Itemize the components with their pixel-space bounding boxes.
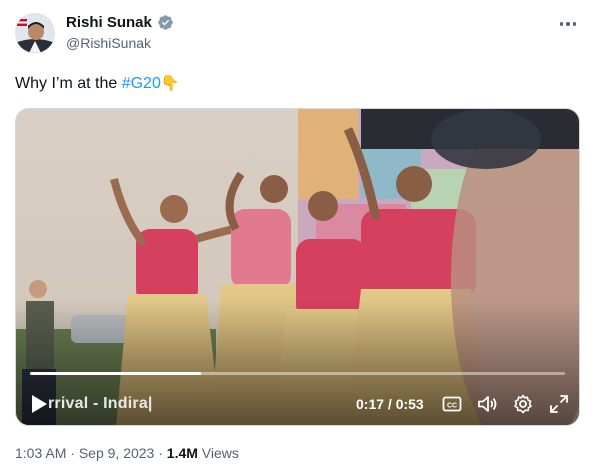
views-label: Views: [197, 445, 239, 461]
meta-separator: ·: [66, 445, 79, 461]
video-frame: [16, 109, 579, 425]
fullscreen-icon[interactable]: [548, 393, 570, 415]
video-progress-bar[interactable]: [30, 372, 565, 375]
video-time: 0:17 / 0:53: [356, 396, 424, 412]
tweet-meta: 1:03 AM · Sep 9, 2023 · 1.4M Views: [15, 445, 239, 461]
hashtag-link[interactable]: #G20: [122, 75, 161, 92]
settings-icon[interactable]: [512, 393, 534, 415]
video-controls: rrival - Indira| 0:17 / 0:53 CC: [16, 389, 579, 419]
tweet-time[interactable]: 1:03 AM: [15, 445, 66, 461]
svg-text:CC: CC: [447, 403, 457, 410]
video-overlay-caption: rrival - Indira|: [48, 395, 153, 412]
avatar[interactable]: [15, 13, 55, 53]
meta-separator-2: ·: [154, 445, 167, 461]
video-progress-fill: [30, 372, 202, 375]
views-count: 1.4M: [166, 445, 198, 461]
tweet-date[interactable]: Sep 9, 2023: [79, 445, 155, 461]
pointing-down-emoji: 👇: [160, 75, 180, 92]
captions-icon[interactable]: CC: [441, 393, 463, 415]
volume-icon[interactable]: [476, 393, 498, 415]
tweet-text-prefix: Why I’m at the: [15, 75, 122, 92]
author-handle[interactable]: @RishiSunak: [66, 35, 151, 51]
more-options-icon[interactable]: [557, 15, 579, 33]
play-icon[interactable]: [30, 394, 48, 414]
video-player[interactable]: rrival - Indira| 0:17 / 0:53 CC: [15, 108, 580, 426]
tweet-text: Why I’m at the #G20👇: [15, 74, 180, 94]
author-name-row[interactable]: Rishi Sunak: [66, 14, 174, 31]
author-display-name[interactable]: Rishi Sunak: [66, 14, 152, 31]
verified-badge-icon: [157, 14, 174, 31]
